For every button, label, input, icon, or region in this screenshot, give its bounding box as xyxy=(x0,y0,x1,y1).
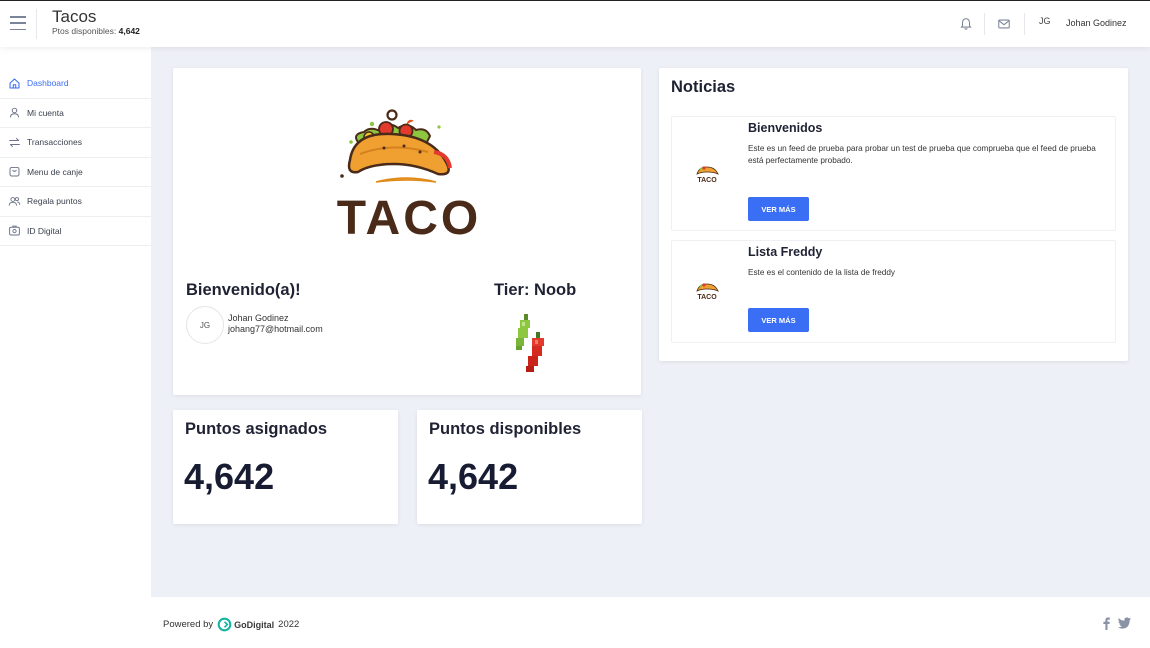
stat-label: Puntos asignados xyxy=(185,420,328,438)
points-available-card: Puntos disponibles 4,642 xyxy=(417,410,642,524)
news-thumbnail: TACO xyxy=(690,275,724,309)
powered-by: Powered by GoDigital 2022 xyxy=(163,617,299,632)
news-thumbnail: TACO xyxy=(690,158,724,192)
stat-value: 4,642 xyxy=(184,456,275,497)
hamburger-menu-icon[interactable] xyxy=(10,16,26,30)
mail-icon[interactable] xyxy=(997,17,1011,31)
app-title: Tacos xyxy=(52,7,97,26)
footer: Powered by GoDigital 2022 xyxy=(151,597,1150,648)
divider xyxy=(1024,13,1025,35)
sidebar-item-menu-de-canje[interactable]: Menu de canje xyxy=(0,158,151,187)
points-available: Ptos disponibles: 4,642 xyxy=(52,26,140,36)
sidebar-item-dashboard[interactable]: Dashboard xyxy=(0,69,151,99)
news-title: Noticias xyxy=(671,78,736,96)
user-name[interactable]: Johan Godinez xyxy=(1066,18,1127,28)
users-icon xyxy=(8,196,21,206)
chili-pepper-icon xyxy=(516,314,544,372)
points-value: 4,642 xyxy=(118,26,140,36)
sidebar-item-mi-cuenta[interactable]: Mi cuenta xyxy=(0,99,151,128)
news-thumbnail-text: TACO xyxy=(697,294,717,301)
news-item-title: Bienvenidos xyxy=(748,121,823,135)
bell-icon[interactable] xyxy=(959,17,973,31)
godigital-logo-icon[interactable] xyxy=(217,617,232,632)
points-assigned-card: Puntos asignados 4,642 xyxy=(173,410,398,524)
facebook-icon[interactable] xyxy=(1098,615,1114,631)
news-card: Noticias TACO Bienvenidos Este es un fee… xyxy=(659,68,1128,361)
welcome-card: TACO Bienvenido(a)! JG Johan Godinez joh… xyxy=(173,68,641,395)
tier-title: Tier: Noob xyxy=(494,281,577,299)
transfer-icon xyxy=(9,137,20,147)
godigital-brand[interactable]: GoDigital xyxy=(234,620,274,630)
sidebar-nav: Dashboard Mi cuenta Transacciones Menu d… xyxy=(0,69,151,246)
welcome-title: Bienvenido(a)! xyxy=(186,281,301,299)
avatar: JG xyxy=(186,306,224,344)
sidebar-item-label: Mi cuenta xyxy=(27,107,64,118)
divider xyxy=(984,13,985,35)
taco-logo: TACO xyxy=(337,109,481,242)
home-icon xyxy=(9,78,20,89)
sidebar-item-label: Menu de canje xyxy=(27,166,83,177)
top-bar: Tacos Ptos disponibles: 4,642 JG Johan G… xyxy=(0,0,1150,47)
sidebar-item-regala-puntos[interactable]: Regala puntos xyxy=(0,187,151,217)
taco-logo-text: TACO xyxy=(337,192,481,242)
user-email: johang77@hotmail.com xyxy=(228,324,323,334)
sidebar-item-id-digital[interactable]: ID Digital xyxy=(0,217,151,246)
news-item: TACO Bienvenidos Este es un feed de prue… xyxy=(671,116,1116,231)
ver-mas-button[interactable]: VER MÁS xyxy=(748,308,809,332)
id-card-icon xyxy=(9,225,20,236)
user-icon xyxy=(9,107,20,118)
news-item-body: Este es el contenido de la lista de fred… xyxy=(748,268,896,277)
news-item-title: Lista Freddy xyxy=(748,245,823,259)
user-name: Johan Godinez xyxy=(228,313,289,323)
stat-label: Puntos disponibles xyxy=(429,420,582,438)
sidebar-item-label: ID Digital xyxy=(27,225,62,236)
sidebar-item-label: Transacciones xyxy=(27,137,82,148)
ver-mas-button[interactable]: VER MÁS xyxy=(748,197,809,221)
news-item: TACO Lista Freddy Este es el contenido d… xyxy=(671,240,1116,343)
news-thumbnail-text: TACO xyxy=(697,177,717,184)
sidebar-item-label: Regala puntos xyxy=(27,196,82,207)
avatar[interactable]: JG xyxy=(1039,16,1051,26)
footer-year: 2022 xyxy=(278,619,300,630)
twitter-icon[interactable] xyxy=(1116,615,1132,631)
points-label: Ptos disponibles: xyxy=(52,26,117,36)
stat-value: 4,642 xyxy=(428,456,519,497)
divider xyxy=(36,9,37,39)
sidebar-item-label: Dashboard xyxy=(27,78,69,89)
news-item-body: Este es un feed de prueba para probar un… xyxy=(748,144,1096,165)
basket-icon xyxy=(9,167,20,177)
sidebar: Dashboard Mi cuenta Transacciones Menu d… xyxy=(0,47,151,648)
sidebar-item-transacciones[interactable]: Transacciones xyxy=(0,128,151,158)
powered-by-label: Powered by xyxy=(163,619,214,630)
